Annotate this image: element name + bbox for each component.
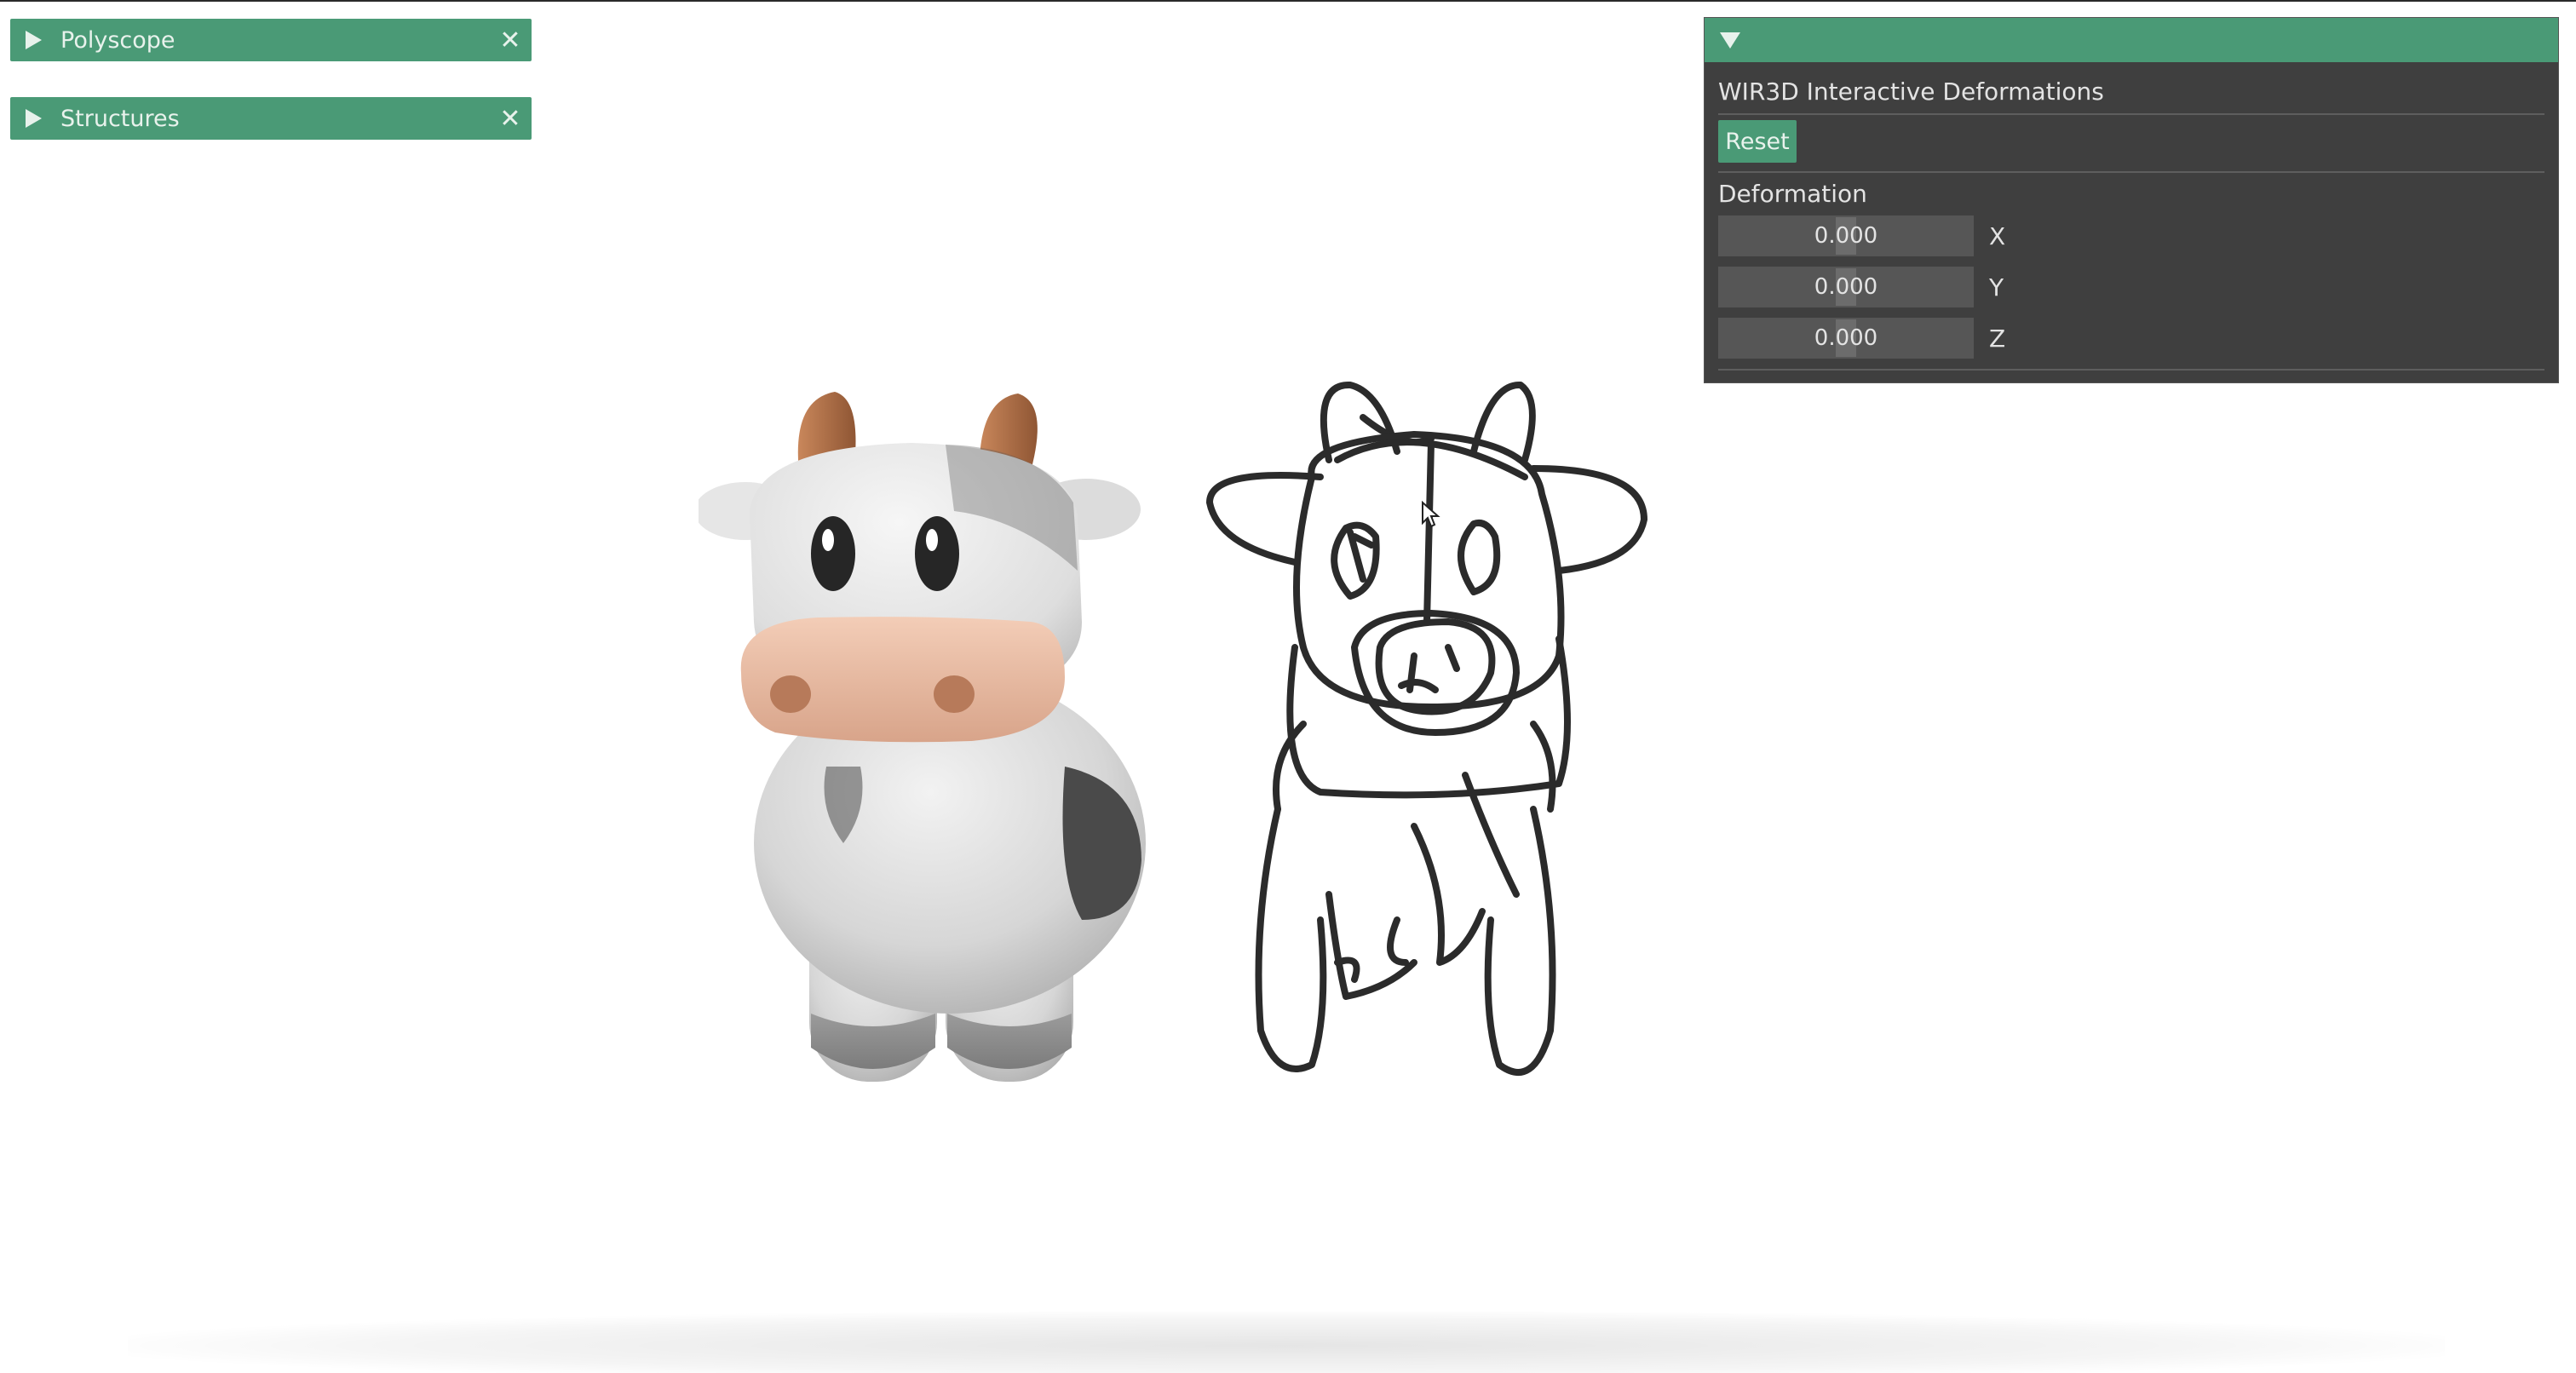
deformation-y-row: 0.000 Y — [1718, 267, 2110, 307]
deformation-x-value: 0.000 — [1814, 223, 1878, 249]
deformation-y-value: 0.000 — [1814, 274, 1878, 300]
reset-button[interactable]: Reset — [1718, 120, 1797, 163]
cow-wireframe-model[interactable] — [1193, 366, 1670, 1099]
deformation-z-value: 0.000 — [1814, 325, 1878, 351]
axis-label-z: Z — [1989, 324, 2006, 353]
close-icon[interactable]: ✕ — [489, 19, 532, 61]
mouse-cursor-icon — [1422, 501, 1440, 528]
wir3d-panel: WIR3D Interactive Deformations Reset Def… — [1704, 17, 2559, 383]
triangle-right-icon[interactable] — [26, 109, 42, 128]
deformation-z-drag-input[interactable]: 0.000 — [1718, 318, 1974, 359]
separator — [1718, 369, 2544, 371]
wir3d-panel-title: WIR3D Interactive Deformations — [1718, 78, 2104, 106]
structures-panel-title: Structures — [60, 105, 180, 132]
wir3d-panel-header[interactable] — [1705, 18, 2558, 62]
axis-label-y: Y — [1989, 273, 2004, 302]
polyscope-panel-header[interactable]: Polyscope ✕ — [10, 19, 532, 61]
cow-mesh-model[interactable] — [699, 366, 1159, 1099]
triangle-down-icon[interactable] — [1720, 32, 1740, 49]
triangle-right-icon[interactable] — [26, 31, 42, 49]
deformation-x-row: 0.000 X — [1718, 215, 2110, 256]
deformation-x-drag-input[interactable]: 0.000 — [1718, 215, 1974, 256]
deformation-y-drag-input[interactable]: 0.000 — [1718, 267, 1974, 307]
window-top-edge — [0, 0, 2576, 2]
axis-label-x: X — [1989, 221, 2006, 250]
ground-shadow — [128, 1312, 2445, 1373]
deformation-z-row: 0.000 Z — [1718, 318, 2110, 359]
polyscope-panel-title: Polyscope — [60, 26, 175, 54]
deformation-section-title: Deformation — [1718, 180, 1867, 208]
close-icon[interactable]: ✕ — [489, 97, 532, 140]
separator — [1718, 171, 2544, 173]
separator — [1718, 113, 2544, 115]
structures-panel-header[interactable]: Structures ✕ — [10, 97, 532, 140]
